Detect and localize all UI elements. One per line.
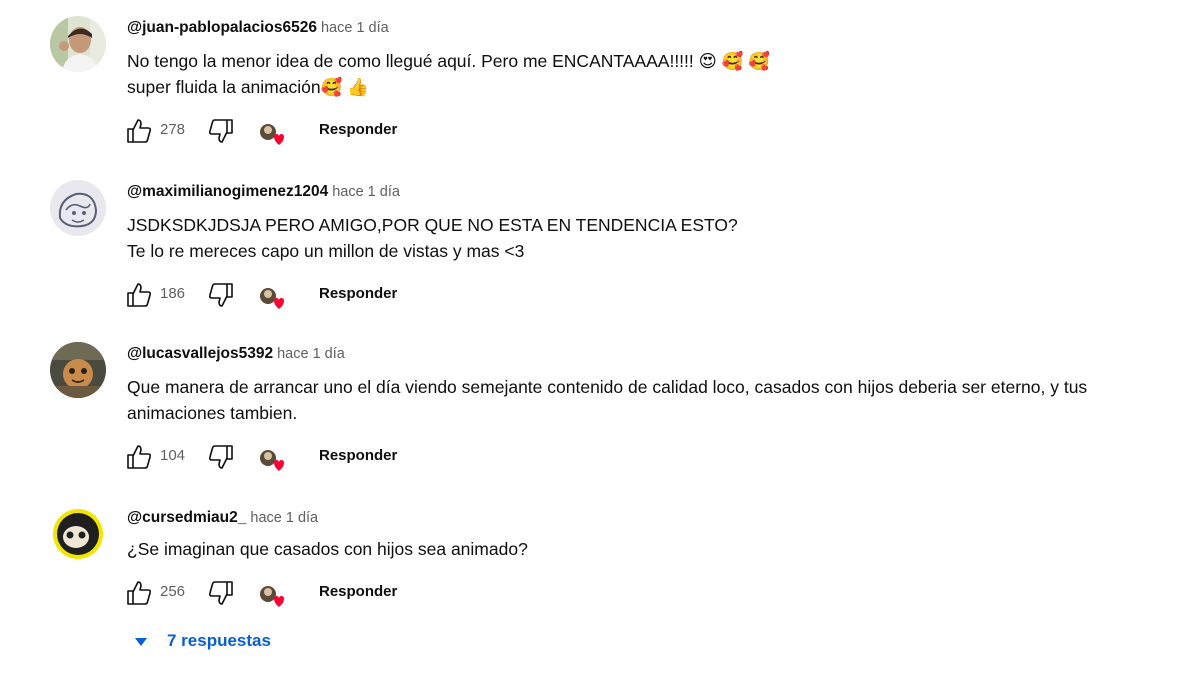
thumb-up-icon — [127, 581, 152, 605]
comment-time[interactable]: hace 1 día — [332, 184, 400, 200]
comment-line: super fluida la animación🥰 👍 — [127, 77, 370, 97]
comment-time[interactable]: hace 1 día — [321, 20, 389, 36]
thumb-down-icon — [208, 283, 233, 307]
author-name[interactable]: @juan-pablopalacios6526 — [127, 19, 317, 36]
comment-line: animaciones tambien. — [127, 403, 298, 423]
like-count: 278 — [160, 121, 186, 138]
replies-count-label: 7 respuestas — [167, 631, 271, 650]
comment-line: Que manera de arrancar uno el día viendo… — [127, 377, 1088, 397]
author-name[interactable]: @lucasvallejos5392 — [127, 345, 273, 362]
dislike-button[interactable] — [206, 280, 236, 310]
creator-heart-icon[interactable] — [257, 446, 285, 474]
comment-time[interactable]: hace 1 día — [277, 346, 345, 362]
avatar[interactable] — [50, 506, 106, 562]
reply-button[interactable]: Responder — [319, 283, 397, 305]
avatar[interactable] — [50, 342, 106, 398]
comment-line: No tengo la menor idea de como llegué aq… — [127, 51, 771, 71]
like-button[interactable] — [124, 280, 154, 310]
author-name[interactable]: @maximilianogimenez1204 — [127, 183, 328, 200]
dislike-button[interactable] — [206, 578, 236, 608]
caret-down-icon — [134, 628, 148, 654]
author-name[interactable]: @cursedmiau2_ — [127, 509, 246, 526]
avatar[interactable] — [50, 180, 106, 236]
creator-heart-icon[interactable] — [257, 120, 285, 148]
comment-header: @cursedmiau2_ hace 1 día — [127, 507, 318, 529]
creator-heart-icon[interactable] — [257, 582, 285, 610]
comment-line: ¿Se imaginan que casados con hijos sea a… — [127, 539, 528, 559]
like-count: 186 — [160, 285, 186, 302]
reply-button[interactable]: Responder — [319, 581, 397, 603]
thumb-up-icon — [127, 445, 152, 469]
comment-text: Que manera de arrancar uno el día viendo… — [127, 374, 1187, 426]
reply-button[interactable]: Responder — [319, 119, 397, 141]
like-count: 256 — [160, 583, 186, 600]
like-count: 104 — [160, 447, 186, 464]
comment-header: @juan-pablopalacios6526 hace 1 día — [127, 17, 389, 39]
creator-heart-icon[interactable] — [257, 284, 285, 312]
thumb-up-icon — [127, 283, 152, 307]
thumb-down-icon — [208, 119, 233, 143]
thumb-down-icon — [208, 581, 233, 605]
comment-time[interactable]: hace 1 día — [250, 510, 318, 526]
avatar[interactable] — [50, 16, 106, 72]
dislike-button[interactable] — [206, 442, 236, 472]
comments-section: @juan-pablopalacios6526 hace 1 día No ten… — [0, 0, 1200, 687]
comment-header: @maximilianogimenez1204 hace 1 día — [127, 181, 400, 203]
comment-text: ¿Se imaginan que casados con hijos sea a… — [127, 536, 1187, 562]
comment-line: JSDKSDKJDSJA PERO AMIGO,POR QUE NO ESTA … — [127, 215, 738, 235]
like-button[interactable] — [124, 578, 154, 608]
thumb-up-icon — [127, 119, 152, 143]
like-button[interactable] — [124, 442, 154, 472]
comment-line: Te lo re mereces capo un millon de vista… — [127, 241, 525, 261]
thumb-down-icon — [208, 445, 233, 469]
dislike-button[interactable] — [206, 116, 236, 146]
view-replies-button[interactable]: 7 respuestas — [134, 628, 271, 654]
comment-text: No tengo la menor idea de como llegué aq… — [127, 48, 1187, 100]
comment-header: @lucasvallejos5392 hace 1 día — [127, 343, 345, 365]
like-button[interactable] — [124, 116, 154, 146]
reply-button[interactable]: Responder — [319, 445, 397, 467]
comment-text: JSDKSDKJDSJA PERO AMIGO,POR QUE NO ESTA … — [127, 212, 1187, 264]
